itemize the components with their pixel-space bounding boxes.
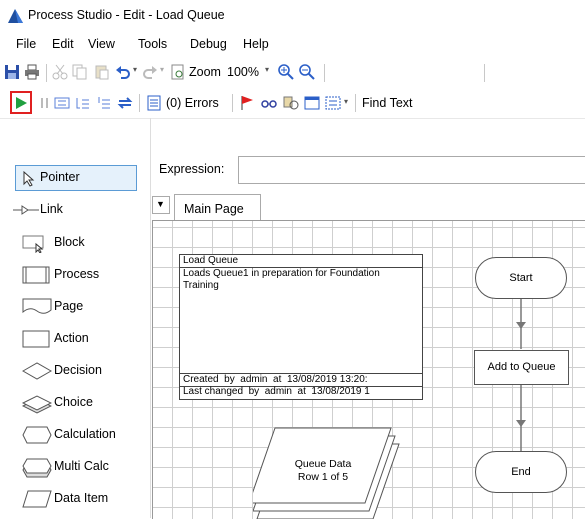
action-stage-add-to-queue[interactable]: Add to Queue (474, 350, 569, 385)
block-icon (22, 235, 44, 253)
collection-rows: Row 1 of 5 (297, 471, 349, 483)
title-bar: Process Studio - Edit - Load Queue (0, 0, 585, 32)
zoom-label: Zoom (189, 65, 221, 79)
toolbar-separator (324, 64, 325, 82)
choice-icon (22, 395, 52, 414)
pause-icon[interactable] (38, 96, 52, 110)
palette-label: Data Item (54, 491, 109, 505)
menu-tools[interactable]: Tools (138, 37, 167, 51)
properties-window-icon[interactable] (304, 95, 320, 111)
end-stage[interactable]: End (475, 451, 567, 493)
palette-item-pointer[interactable]: Pointer (0, 163, 145, 195)
action-icon (22, 330, 50, 348)
multi-calc-icon (22, 458, 52, 478)
zoom-dropdown-icon[interactable]: ▾ (265, 65, 269, 74)
breakpoint-flag-icon[interactable] (239, 95, 255, 111)
toolbar-separator (355, 94, 356, 112)
debug-toolbar: (0) Errors ▾ Find Text (0, 88, 585, 119)
expression-input[interactable] (238, 156, 585, 184)
menu-debug[interactable]: Debug (190, 37, 227, 51)
process-canvas[interactable]: Load Queue Loads Queue1 in preparation f… (152, 220, 585, 519)
find-text-button[interactable]: Find Text (362, 96, 413, 110)
palette-label: Choice (54, 395, 93, 409)
page-list-dropdown[interactable]: ▼ (152, 196, 170, 214)
blue-prism-logo-icon (8, 9, 23, 23)
palette-item-multi-calc[interactable]: Multi Calc (0, 451, 145, 483)
palette-label: Link (40, 202, 63, 216)
collection-stage[interactable]: Queue Data Row 1 of 5 (273, 458, 373, 484)
palette-label: Page (54, 299, 84, 313)
collection-name: Queue Data (294, 458, 352, 470)
link-icon (13, 205, 39, 215)
expression-label: Expression: (159, 162, 225, 176)
reset-icon[interactable] (117, 95, 133, 111)
data-item-icon (22, 490, 52, 508)
tool-palette: Pointer Link Block Process Page Action D… (0, 163, 145, 518)
undo-icon[interactable] (115, 64, 131, 80)
tab-main-page[interactable]: Main Page (174, 194, 261, 220)
palette-item-action[interactable]: Action (0, 323, 145, 355)
palette-label: Block (54, 235, 85, 249)
palette-label: Action (54, 331, 89, 345)
palette-item-data-item[interactable]: Data Item (0, 483, 145, 515)
palette-item-choice[interactable]: Choice (0, 387, 145, 419)
errors-button[interactable]: (0) Errors (166, 96, 219, 110)
menu-edit[interactable]: Edit (52, 37, 74, 51)
palette-item-page[interactable]: Page (0, 291, 145, 323)
main-toolbar: ▾ ▾ Zoom 100% ▾ (0, 58, 585, 88)
errors-list-icon[interactable] (146, 95, 162, 111)
cut-icon[interactable] (52, 64, 68, 80)
process-icon (22, 266, 50, 284)
palette-label: Calculation (54, 427, 116, 441)
step-icon[interactable] (54, 95, 70, 111)
palette-label: Decision (54, 363, 102, 377)
step-over-icon[interactable] (75, 95, 91, 111)
page-tab-bar: ▼ Main Page (152, 194, 585, 220)
menu-view[interactable]: View (88, 37, 115, 51)
watch-glasses-icon[interactable] (261, 95, 277, 111)
toolbar-separator (139, 94, 140, 112)
print-icon[interactable] (24, 64, 40, 80)
palette-item-block[interactable]: Block (0, 227, 145, 259)
start-stage[interactable]: Start (475, 257, 567, 299)
layout-dropdown-icon[interactable]: ▾ (344, 97, 348, 106)
toolbar-separator (46, 64, 47, 82)
copy-icon[interactable] (72, 64, 88, 80)
toolbar-separator (232, 94, 233, 112)
run-play-icon[interactable] (14, 96, 28, 110)
palette-item-process[interactable]: Process (0, 259, 145, 291)
tab-label: Main Page (184, 202, 244, 216)
decision-icon (22, 362, 52, 380)
zoom-page-icon[interactable] (170, 64, 186, 80)
menu-bar: File Edit View Tools Debug Help (0, 32, 585, 58)
zoom-out-icon[interactable] (299, 64, 315, 80)
undo-dropdown-icon[interactable]: ▾ (133, 65, 137, 74)
zoom-value-select[interactable]: 100% (227, 65, 259, 79)
window-title: Process Studio - Edit - Load Queue (28, 8, 225, 22)
pointer-icon (23, 171, 35, 187)
redo-icon[interactable] (142, 64, 158, 80)
save-icon[interactable] (4, 64, 20, 80)
palette-item-link[interactable]: Link (0, 195, 145, 227)
toolbar-separator (484, 64, 485, 82)
paste-icon[interactable] (94, 64, 110, 80)
calculation-icon (22, 426, 52, 444)
page-icon (22, 298, 52, 314)
chevron-down-icon: ▼ (156, 199, 165, 209)
zoom-in-icon[interactable] (278, 64, 294, 80)
pane-divider (150, 118, 151, 518)
redo-dropdown-icon[interactable]: ▾ (160, 65, 164, 74)
layout-grid-icon[interactable] (325, 95, 341, 111)
menu-help[interactable]: Help (243, 37, 269, 51)
menu-file[interactable]: File (16, 37, 36, 51)
palette-label: Pointer (40, 170, 80, 184)
palette-label: Multi Calc (54, 459, 109, 473)
palette-item-decision[interactable]: Decision (0, 355, 145, 387)
palette-label: Process (54, 267, 100, 281)
dependencies-icon[interactable] (283, 95, 299, 111)
palette-item-calculation[interactable]: Calculation (0, 419, 145, 451)
step-out-icon[interactable] (96, 95, 112, 111)
